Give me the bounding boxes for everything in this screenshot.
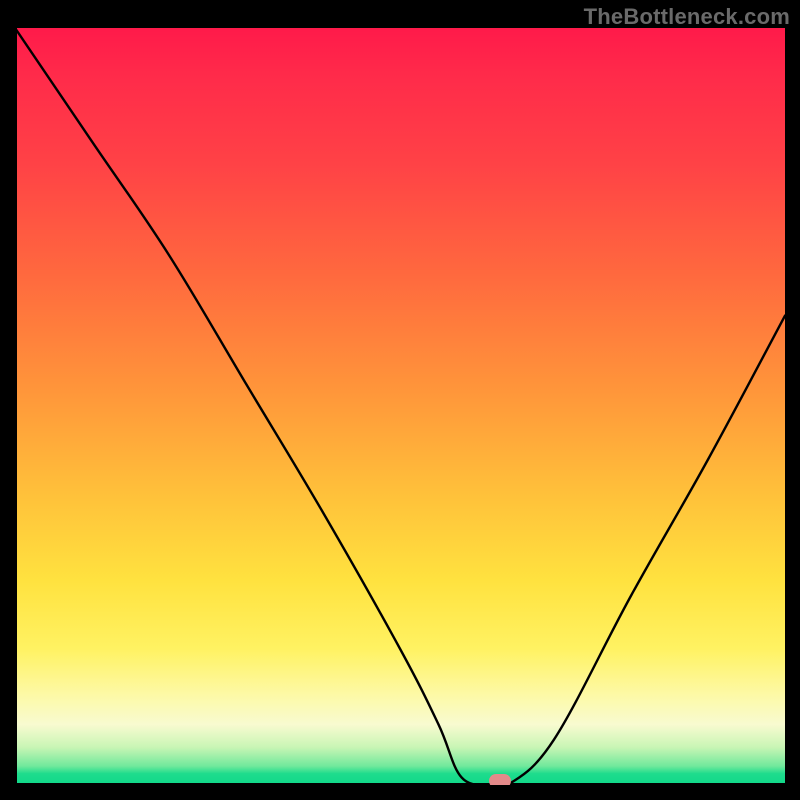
chart-frame: TheBottleneck.com: [0, 0, 800, 800]
bottleneck-curve: [15, 28, 785, 785]
plot-area: [15, 28, 785, 785]
optimum-marker: [489, 774, 511, 785]
watermark-text: TheBottleneck.com: [584, 4, 790, 30]
